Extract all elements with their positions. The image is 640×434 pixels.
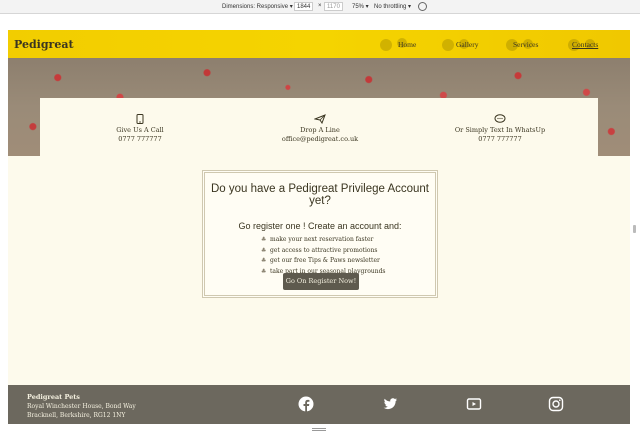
nav-home[interactable]: Home (398, 40, 416, 49)
rotate-icon[interactable] (418, 2, 427, 11)
paw-icon: ♣ (261, 267, 267, 275)
paw-icon: ♣ (261, 257, 267, 264)
footer-address: Royal Winchester House, Bond Way Brackne… (27, 402, 136, 420)
navbar: Pedigreat Home Gallery Services Contacts (8, 30, 630, 58)
phone-icon (136, 114, 144, 124)
benefit-text: make your next reservation faster (270, 236, 374, 243)
zoom-dropdown[interactable]: 75% ▾ (352, 3, 369, 10)
paper-plane-icon (314, 114, 326, 124)
contact-email-detail[interactable]: office@pedigreat.co.uk (250, 135, 390, 144)
brand-logo[interactable]: Pedigreat (14, 38, 74, 51)
contact-call-detail[interactable]: 0777 777777 (70, 135, 210, 144)
contact-email: Drop A Line office@pedigreat.co.uk (250, 114, 390, 144)
nav-contacts[interactable]: Contacts (572, 40, 598, 49)
nav-services[interactable]: Services (513, 40, 538, 49)
facebook-icon[interactable] (298, 396, 314, 412)
width-input[interactable]: 1844 (294, 2, 314, 11)
list-item: ♣ make your next reservation faster (261, 235, 435, 246)
benefit-text: get our free Tips & Paws newsletter (270, 257, 380, 264)
devtools-toolbar: Dimensions: Responsive ▾ 1844 × 1170 75%… (0, 0, 640, 14)
register-button[interactable]: Go On Register Now! (283, 273, 359, 290)
zoom-label: 75% (352, 4, 365, 10)
footer-address-line2: Bracknell, Berkshire, RG12 1NY (27, 412, 126, 419)
privilege-account-box: Do you have a Pedigreat Privilege Accoun… (202, 170, 438, 298)
paw-icon: ♣ (261, 246, 267, 254)
contact-call: Give Us A Call 0777 777777 (70, 114, 210, 144)
benefit-text: get access to attractive promotions (270, 246, 378, 254)
contact-email-title: Drop A Line (300, 126, 340, 134)
youtube-icon[interactable] (466, 396, 482, 412)
paw-icon: ♣ (261, 236, 267, 243)
list-item: ♣ get access to attractive promotions (261, 246, 435, 257)
scrollbar-handle[interactable] (633, 225, 636, 233)
contact-call-title: Give Us A Call (116, 126, 164, 134)
footer: Pedigreat Pets Royal Winchester House, B… (8, 385, 630, 424)
dimensions-dropdown[interactable]: Dimensions: Responsive ▾ (222, 3, 293, 10)
chat-icon (494, 114, 506, 123)
contact-text-title: Or Simply Text In WhatsUp (454, 126, 546, 134)
times-icon: × (318, 3, 322, 9)
footer-company-name: Pedigreat Pets (27, 393, 80, 401)
throttling-label: No throttling (374, 4, 407, 10)
dimensions-label: Dimensions: Responsive (222, 4, 289, 10)
resize-handle[interactable] (312, 428, 326, 431)
instagram-icon[interactable] (548, 396, 564, 412)
privilege-subheading: Go register one ! Create an account and: (238, 221, 402, 231)
benefits-list: ♣ make your next reservation faster ♣ get … (261, 235, 435, 277)
contact-text-detail[interactable]: 0777 777777 (430, 135, 570, 144)
height-input[interactable]: 1170 (324, 2, 343, 11)
twitter-icon[interactable] (382, 396, 398, 412)
nav-gallery[interactable]: Gallery (456, 40, 479, 49)
list-item: ♣ get our free Tips & Paws newsletter (261, 256, 435, 267)
footer-address-line1: Royal Winchester House, Bond Way (27, 403, 136, 410)
contact-text: Or Simply Text In WhatsUp 0777 777777 (430, 114, 570, 144)
throttling-dropdown[interactable]: No throttling ▾ (374, 3, 411, 10)
contact-card: Give Us A Call 0777 777777 Drop A Line o… (40, 98, 598, 158)
privilege-heading: Do you have a Pedigreat Privilege Accoun… (211, 183, 429, 207)
page-viewport: Pedigreat Home Gallery Services Contacts… (8, 30, 630, 424)
